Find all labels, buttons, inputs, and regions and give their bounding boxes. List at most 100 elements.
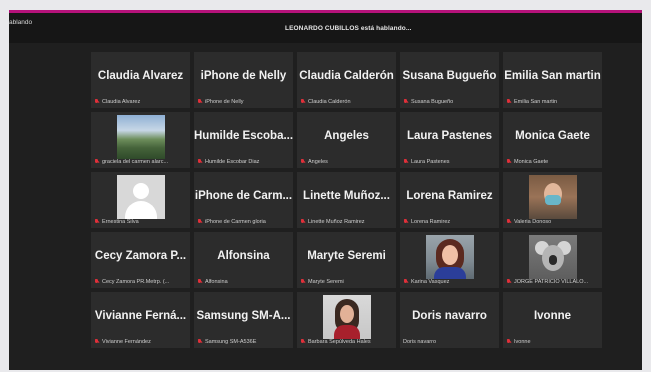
- participant-tile[interactable]: iPhone de Nelly iPhone de Nelly: [194, 52, 293, 108]
- participant-name: Lorena Ramirez: [406, 190, 493, 202]
- participant-tile[interactable]: Vivianne Ferná... Vivianne Fernández: [91, 292, 190, 348]
- participant-label-text: iPhone de Carmen gloria: [205, 219, 266, 225]
- participant-name: Humilde Escoba...: [194, 130, 293, 142]
- participant-tile[interactable]: Ivonne Ivonne: [503, 292, 602, 348]
- participant-label-text: Karina Vasquez: [411, 279, 450, 285]
- participant-label-text: Claudia Alvarez: [102, 99, 141, 105]
- mic-muted-icon: [197, 219, 202, 225]
- mic-muted-icon: [300, 99, 305, 105]
- photo-dress: [333, 325, 360, 339]
- participant-label: Alfonsina: [197, 279, 290, 285]
- participant-label-text: Angeles: [308, 159, 328, 165]
- participant-tile[interactable]: graciela del carmen alarc...: [91, 112, 190, 168]
- participant-tile[interactable]: Valeria Donoso: [503, 172, 602, 228]
- mic-muted-icon: [94, 99, 99, 105]
- participant-name: Angeles: [324, 130, 369, 142]
- participants-grid: Claudia Alvarez Claudia Alvarez iPhone d…: [91, 52, 602, 348]
- mic-muted-icon: [403, 99, 408, 105]
- participant-label: Laura Pastenes: [403, 159, 496, 165]
- participant-tile[interactable]: Linette Muñoz... Linette Muñoz Ramirez: [297, 172, 396, 228]
- participant-tile[interactable]: Maryte Seremi Maryte Seremi: [297, 232, 396, 288]
- participant-label-text: Alfonsina: [205, 279, 228, 285]
- mic-muted-icon: [506, 99, 511, 105]
- participant-tile[interactable]: Karina Vasquez: [400, 232, 499, 288]
- participant-label-text: Cecy Zamora PR.Metrp. (...: [102, 279, 170, 285]
- participant-label: Monica Gaete: [506, 159, 599, 165]
- mic-muted-icon: [94, 279, 99, 285]
- mic-muted-icon: [300, 339, 305, 345]
- participant-label-text: Susana Bugueño: [411, 99, 454, 105]
- left-status-text: ablando: [9, 19, 33, 26]
- participant-name: Maryte Seremi: [307, 250, 386, 262]
- participant-tile[interactable]: JORGE PATRICIO VILLALO...: [503, 232, 602, 288]
- mic-muted-icon: [197, 159, 202, 165]
- participant-label-text: Linette Muñoz Ramirez: [308, 219, 365, 225]
- koala-nose: [548, 255, 557, 265]
- participant-label-text: Valeria Donoso: [514, 219, 552, 225]
- participant-label-text: Emilia San martin: [514, 99, 558, 105]
- participant-tile[interactable]: Lorena Ramirez Lorena Ramirez: [400, 172, 499, 228]
- participant-tile[interactable]: Claudia Alvarez Claudia Alvarez: [91, 52, 190, 108]
- participant-label-text: Ernestina Silva: [102, 219, 139, 225]
- mic-muted-icon: [403, 159, 408, 165]
- participant-label: iPhone de Nelly: [197, 99, 290, 105]
- photo-face: [441, 245, 458, 265]
- participant-photo: [322, 295, 371, 339]
- participant-name: Doris navarro: [412, 310, 487, 322]
- mic-muted-icon: [197, 279, 202, 285]
- participant-photo: [425, 235, 474, 279]
- participant-tile[interactable]: Barbara Sepúlveda Hales: [297, 292, 396, 348]
- participant-label: Claudia Calderón: [300, 99, 393, 105]
- avatar-head: [132, 183, 149, 199]
- mic-muted-icon: [403, 279, 408, 285]
- participant-label: Emilia San martin: [506, 99, 599, 105]
- participant-label-text: Vivianne Fernández: [102, 339, 151, 345]
- participant-label: Doris navarro: [403, 339, 496, 345]
- landscape-photo: [116, 115, 165, 159]
- participant-label: Susana Bugueño: [403, 99, 496, 105]
- participant-label: Karina Vasquez: [403, 279, 496, 285]
- mic-muted-icon: [403, 219, 408, 225]
- participant-name: Monica Gaete: [515, 130, 590, 142]
- participant-label-text: Samsung SM-A536E: [205, 339, 257, 345]
- participant-tile[interactable]: Humilde Escoba... Humilde Escobar Diaz: [194, 112, 293, 168]
- participant-label: Samsung SM-A536E: [197, 339, 290, 345]
- mic-muted-icon: [94, 219, 99, 225]
- participant-label: Barbara Sepúlveda Hales: [300, 339, 393, 345]
- participant-tile[interactable]: Claudia Calderón Claudia Calderón: [297, 52, 396, 108]
- participant-tile[interactable]: Susana Bugueño Susana Bugueño: [400, 52, 499, 108]
- participant-label-text: Humilde Escobar Diaz: [205, 159, 260, 165]
- participant-name: Laura Pastenes: [406, 130, 492, 142]
- participant-name: Ivonne: [533, 310, 572, 322]
- mic-muted-icon: [506, 219, 511, 225]
- mic-muted-icon: [300, 279, 305, 285]
- participant-tile[interactable]: Samsung SM-A... Samsung SM-A536E: [194, 292, 293, 348]
- mic-muted-icon: [197, 339, 202, 345]
- participant-tile[interactable]: Laura Pastenes Laura Pastenes: [400, 112, 499, 168]
- participant-label-text: Ivonne: [514, 339, 531, 345]
- participant-tile[interactable]: Cecy Zamora P... Cecy Zamora PR.Metrp. (…: [91, 232, 190, 288]
- default-avatar: [116, 175, 165, 219]
- mic-muted-icon: [506, 339, 511, 345]
- participant-label: Cecy Zamora PR.Metrp. (...: [94, 279, 187, 285]
- participant-tile[interactable]: Ernestina Silva: [91, 172, 190, 228]
- participant-name: Claudia Alvarez: [97, 70, 184, 82]
- meeting-window: ablando LEONARDO CUBILLOS está hablando.…: [9, 10, 642, 370]
- photo-mask: [544, 195, 561, 205]
- participant-label-text: Lorena Ramirez: [411, 219, 451, 225]
- participant-tile[interactable]: Alfonsina Alfonsina: [194, 232, 293, 288]
- participant-tile[interactable]: Doris navarro Doris navarro: [400, 292, 499, 348]
- participant-tile[interactable]: Emilia San martin Emilia San martin: [503, 52, 602, 108]
- participant-label: Vivianne Fernández: [94, 339, 187, 345]
- participant-label: Claudia Alvarez: [94, 99, 187, 105]
- mic-muted-icon: [197, 99, 202, 105]
- participant-tile[interactable]: Monica Gaete Monica Gaete: [503, 112, 602, 168]
- participant-tile[interactable]: Angeles Angeles: [297, 112, 396, 168]
- participant-label-text: iPhone de Nelly: [205, 99, 244, 105]
- participant-tile[interactable]: iPhone de Carm... iPhone de Carmen glori…: [194, 172, 293, 228]
- participant-label: Angeles: [300, 159, 393, 165]
- photo-face: [339, 305, 354, 323]
- participant-label: Valeria Donoso: [506, 219, 599, 225]
- mic-muted-icon: [94, 159, 99, 165]
- mic-muted-icon: [300, 219, 305, 225]
